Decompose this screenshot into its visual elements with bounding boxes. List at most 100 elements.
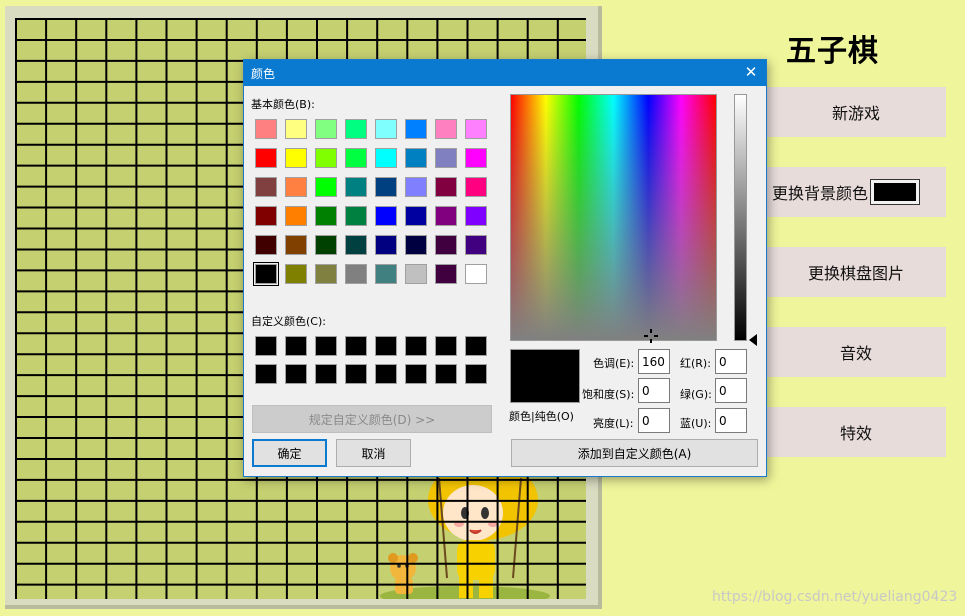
basic-color-swatch[interactable]: [435, 206, 457, 226]
color-preview: [510, 349, 580, 403]
dialog-title: 颜色: [251, 67, 276, 81]
green-field[interactable]: [715, 378, 747, 403]
basic-color-swatch[interactable]: [285, 235, 307, 255]
custom-color-swatch[interactable]: [315, 336, 337, 356]
custom-color-swatch[interactable]: [465, 364, 487, 384]
basic-color-swatch[interactable]: [435, 177, 457, 197]
custom-color-swatch[interactable]: [345, 336, 367, 356]
sat-label: 饱和度(S):: [582, 388, 635, 401]
basic-color-swatch[interactable]: [345, 264, 367, 284]
basic-color-swatch[interactable]: [375, 119, 397, 139]
basic-color-swatch[interactable]: [315, 206, 337, 226]
basic-color-swatch[interactable]: [285, 148, 307, 168]
basic-color-swatch[interactable]: [405, 148, 427, 168]
basic-color-swatch[interactable]: [315, 235, 337, 255]
luminance-field[interactable]: [638, 408, 670, 433]
new-game-button[interactable]: 新游戏: [766, 87, 946, 137]
basic-color-swatch[interactable]: [285, 119, 307, 139]
basic-colors-label: 基本颜色(B):: [251, 98, 315, 111]
dialog-titlebar[interactable]: 颜色 ✕: [244, 60, 766, 86]
custom-color-swatch[interactable]: [435, 336, 457, 356]
custom-color-swatch[interactable]: [345, 364, 367, 384]
basic-color-swatch[interactable]: [345, 119, 367, 139]
basic-color-swatch[interactable]: [255, 119, 277, 139]
spectrum-crosshair-icon: [644, 329, 658, 343]
blue-field[interactable]: [715, 408, 747, 433]
basic-color-swatch[interactable]: [255, 148, 277, 168]
hue-label: 色调(E):: [593, 357, 635, 370]
blue-label: 蓝(U):: [680, 417, 712, 430]
custom-color-swatch[interactable]: [285, 364, 307, 384]
custom-color-swatch[interactable]: [465, 336, 487, 356]
custom-color-swatch[interactable]: [375, 364, 397, 384]
cancel-button[interactable]: 取消: [336, 439, 411, 467]
bg-color-swatch-fill: [874, 183, 917, 201]
basic-color-swatch[interactable]: [315, 177, 337, 197]
basic-color-swatch[interactable]: [255, 206, 277, 226]
basic-color-swatch[interactable]: [405, 119, 427, 139]
luminance-arrow-icon[interactable]: [749, 334, 757, 346]
custom-color-swatch[interactable]: [405, 336, 427, 356]
red-label: 红(R):: [680, 357, 711, 370]
custom-color-swatch[interactable]: [405, 364, 427, 384]
change-board-image-button[interactable]: 更换棋盘图片: [766, 247, 946, 297]
new-game-label: 新游戏: [831, 104, 880, 123]
basic-color-swatch[interactable]: [315, 264, 337, 284]
basic-color-swatch[interactable]: [285, 264, 307, 284]
basic-color-swatch[interactable]: [465, 264, 487, 284]
lum-label: 亮度(L):: [593, 417, 634, 430]
luminance-slider[interactable]: [734, 94, 747, 341]
change-bg-color-label: 更换背景颜色: [772, 184, 869, 203]
custom-color-swatch[interactable]: [255, 336, 277, 356]
basic-color-swatch[interactable]: [465, 119, 487, 139]
basic-color-swatch[interactable]: [375, 148, 397, 168]
basic-color-swatch[interactable]: [465, 148, 487, 168]
basic-color-swatch[interactable]: [285, 177, 307, 197]
basic-color-swatch[interactable]: [255, 235, 277, 255]
game-title: 五子棋: [786, 34, 879, 69]
basic-color-swatch[interactable]: [405, 264, 427, 284]
basic-color-swatch[interactable]: [375, 206, 397, 226]
basic-color-swatch[interactable]: [405, 206, 427, 226]
basic-color-swatch[interactable]: [465, 177, 487, 197]
custom-color-swatch[interactable]: [285, 336, 307, 356]
hue-field[interactable]: [638, 349, 670, 374]
define-custom-colors-button[interactable]: 规定自定义颜色(D) >>: [252, 405, 492, 433]
close-icon[interactable]: ✕: [742, 63, 760, 81]
basic-color-swatch[interactable]: [345, 177, 367, 197]
bg-color-swatch[interactable]: [870, 179, 921, 205]
green-label: 绿(G):: [680, 388, 712, 401]
basic-color-swatch[interactable]: [375, 264, 397, 284]
ok-label: 确定: [277, 446, 302, 461]
effects-button[interactable]: 特效: [766, 407, 946, 457]
basic-color-swatch[interactable]: [465, 206, 487, 226]
basic-color-swatch[interactable]: [285, 206, 307, 226]
basic-color-swatch[interactable]: [315, 119, 337, 139]
basic-color-swatch[interactable]: [435, 148, 457, 168]
basic-color-swatch[interactable]: [253, 262, 279, 286]
basic-color-swatch[interactable]: [345, 235, 367, 255]
basic-color-swatch[interactable]: [315, 148, 337, 168]
color-spectrum[interactable]: [510, 94, 717, 341]
basic-color-swatch[interactable]: [405, 177, 427, 197]
sound-button[interactable]: 音效: [766, 327, 946, 377]
basic-color-swatch[interactable]: [345, 148, 367, 168]
basic-color-swatch[interactable]: [375, 235, 397, 255]
basic-color-swatch[interactable]: [435, 119, 457, 139]
custom-color-swatch[interactable]: [375, 336, 397, 356]
change-bg-color-button[interactable]: 更换背景颜色: [766, 167, 946, 217]
custom-color-swatch[interactable]: [435, 364, 457, 384]
red-field[interactable]: [715, 349, 747, 374]
custom-color-swatch[interactable]: [255, 364, 277, 384]
add-to-custom-colors-button[interactable]: 添加到自定义颜色(A): [511, 439, 758, 467]
basic-color-swatch[interactable]: [345, 206, 367, 226]
custom-color-swatch[interactable]: [315, 364, 337, 384]
basic-color-swatch[interactable]: [435, 235, 457, 255]
basic-color-swatch[interactable]: [465, 235, 487, 255]
basic-color-swatch[interactable]: [375, 177, 397, 197]
basic-color-swatch[interactable]: [435, 264, 457, 284]
saturation-field[interactable]: [638, 378, 670, 403]
ok-button[interactable]: 确定: [252, 439, 327, 467]
basic-color-swatch[interactable]: [405, 235, 427, 255]
basic-color-swatch[interactable]: [255, 177, 277, 197]
